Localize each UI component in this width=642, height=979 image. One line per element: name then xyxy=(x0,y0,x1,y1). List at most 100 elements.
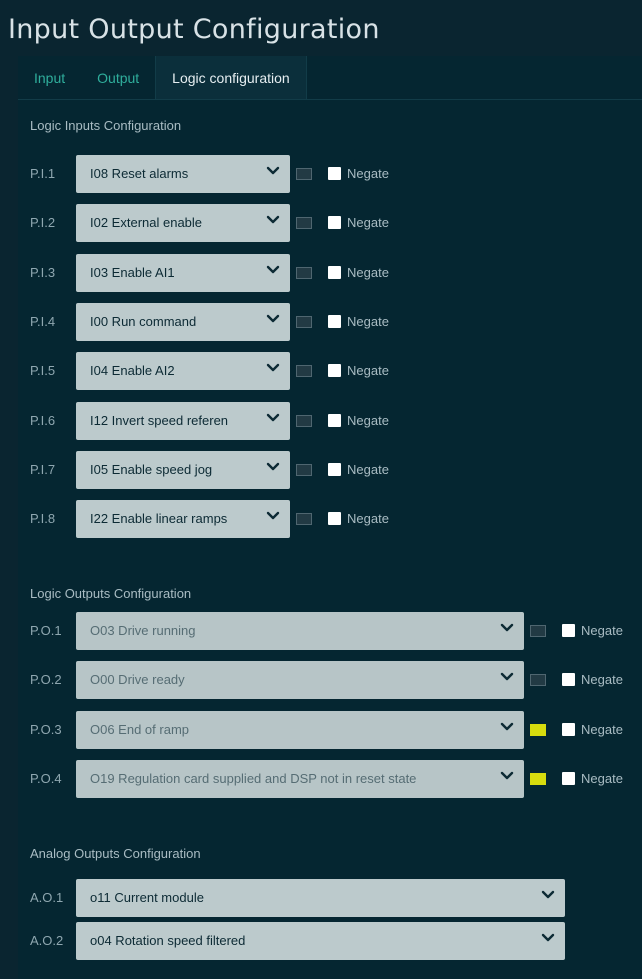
status-indicator xyxy=(296,315,312,328)
analog-outputs-select[interactable]: o04 Rotation speed filtered xyxy=(76,922,565,960)
tab-bar: Input Output Logic configuration xyxy=(18,56,307,100)
negate-checkbox[interactable] xyxy=(328,413,341,427)
tab-divider xyxy=(18,99,642,100)
negate-checkbox[interactable] xyxy=(328,512,341,526)
select-value: I03 Enable AI1 xyxy=(90,264,175,280)
analog-outputs-title: Analog Outputs Configuration xyxy=(30,846,201,861)
logic-inputs-select[interactable]: I12 Invert speed referen xyxy=(76,401,290,440)
chevron-down-icon xyxy=(541,931,555,945)
status-indicator xyxy=(530,772,546,785)
status-indicator xyxy=(296,168,312,180)
negate-checkbox[interactable] xyxy=(328,364,341,378)
tab-output[interactable]: Output xyxy=(81,56,155,100)
negate-label: Negate xyxy=(581,721,623,737)
logic-outputs-select[interactable]: O00 Drive ready xyxy=(76,661,524,700)
chevron-down-icon xyxy=(541,888,555,902)
status-indicator xyxy=(296,463,312,476)
logic_inputs-label: P.I.1 xyxy=(30,166,56,181)
logic-inputs-select[interactable]: I05 Enable speed jog xyxy=(76,450,290,489)
chevron-down-icon xyxy=(500,769,514,783)
select-value: I04 Enable AI2 xyxy=(90,363,175,379)
select-value: I08 Reset alarms xyxy=(90,166,189,181)
logic_outputs-label: P.O.4 xyxy=(30,770,62,786)
status-indicator xyxy=(296,414,312,427)
negate-label: Negate xyxy=(347,363,389,379)
status-indicator xyxy=(296,365,312,378)
logic-inputs-select[interactable]: I04 Enable AI2 xyxy=(76,352,290,391)
logic_inputs-label: P.I.3 xyxy=(30,264,56,280)
logic-inputs-select[interactable]: I08 Reset alarms xyxy=(76,155,290,193)
analog_outputs-label: A.O.1 xyxy=(30,890,64,905)
analog_outputs-label: A.O.2 xyxy=(30,933,64,948)
logic-inputs-select[interactable]: I02 External enable xyxy=(76,204,290,243)
select-value: O03 Drive running xyxy=(90,623,196,638)
chevron-down-icon xyxy=(266,312,280,326)
status-indicator xyxy=(530,723,546,736)
negate-label: Negate xyxy=(347,313,389,329)
negate-checkbox[interactable] xyxy=(562,722,575,736)
chevron-down-icon xyxy=(266,213,280,227)
select-value: I12 Invert speed referen xyxy=(90,412,229,428)
analog-outputs-select[interactable]: o11 Current module xyxy=(76,879,565,917)
logic_inputs-label: P.I.4 xyxy=(30,313,56,329)
chevron-down-icon xyxy=(266,263,280,277)
logic-outputs-select[interactable]: O03 Drive running xyxy=(76,612,524,650)
tab-input[interactable]: Input xyxy=(18,56,81,100)
page-title: Input Output Configuration xyxy=(8,14,380,45)
chevron-down-icon xyxy=(266,164,280,178)
select-value: I02 External enable xyxy=(90,215,203,231)
logic_outputs-label: P.O.3 xyxy=(30,721,62,737)
logic-inputs-select[interactable]: I03 Enable AI1 xyxy=(76,253,290,292)
status-indicator xyxy=(296,217,312,230)
negate-checkbox[interactable] xyxy=(562,673,575,687)
select-value: O00 Drive ready xyxy=(90,672,185,688)
tab-logic-configuration[interactable]: Logic configuration xyxy=(155,56,307,100)
status-indicator xyxy=(530,625,546,637)
chevron-down-icon xyxy=(266,411,280,425)
negate-label: Negate xyxy=(581,623,623,638)
negate-label: Negate xyxy=(347,461,389,477)
select-value: I05 Enable speed jog xyxy=(90,461,213,477)
chevron-down-icon xyxy=(266,460,280,474)
select-value: o11 Current module xyxy=(90,890,204,905)
chevron-down-icon xyxy=(500,720,514,734)
logic-outputs-select[interactable]: O19 Regulation card supplied and DSP not… xyxy=(76,759,524,798)
logic_inputs-label: P.I.5 xyxy=(30,363,56,379)
chevron-down-icon xyxy=(500,621,514,635)
negate-label: Negate xyxy=(581,672,623,688)
select-value: I00 Run command xyxy=(90,313,197,329)
logic-outputs-title: Logic Outputs Configuration xyxy=(30,586,192,601)
logic-inputs-title: Logic Inputs Configuration xyxy=(30,118,182,133)
select-value: I22 Enable linear ramps xyxy=(90,511,228,527)
logic_inputs-label: P.I.7 xyxy=(30,461,56,477)
logic_outputs-label: P.O.2 xyxy=(30,672,62,688)
chevron-down-icon xyxy=(266,509,280,523)
negate-checkbox[interactable] xyxy=(328,265,341,279)
logic_inputs-label: P.I.8 xyxy=(30,511,56,527)
negate-label: Negate xyxy=(581,770,623,786)
negate-checkbox[interactable] xyxy=(328,167,341,180)
logic_inputs-label: P.I.2 xyxy=(30,215,56,231)
negate-label: Negate xyxy=(347,166,389,181)
logic_inputs-label: P.I.6 xyxy=(30,412,56,428)
select-value: O06 End of ramp xyxy=(90,721,189,737)
negate-label: Negate xyxy=(347,511,389,527)
negate-checkbox[interactable] xyxy=(562,624,575,637)
negate-checkbox[interactable] xyxy=(328,314,341,328)
logic-inputs-select[interactable]: I00 Run command xyxy=(76,302,290,341)
chevron-down-icon xyxy=(266,361,280,375)
negate-checkbox[interactable] xyxy=(328,216,341,230)
negate-checkbox[interactable] xyxy=(562,771,575,785)
chevron-down-icon xyxy=(500,670,514,684)
logic-inputs-select[interactable]: I22 Enable linear ramps xyxy=(76,500,290,539)
logic-outputs-select[interactable]: O06 End of ramp xyxy=(76,710,524,749)
negate-label: Negate xyxy=(347,412,389,428)
logic_outputs-label: P.O.1 xyxy=(30,623,62,638)
status-indicator xyxy=(296,266,312,279)
negate-label: Negate xyxy=(347,215,389,231)
negate-checkbox[interactable] xyxy=(328,462,341,476)
select-value: O19 Regulation card supplied and DSP not… xyxy=(90,770,417,786)
select-value: o04 Rotation speed filtered xyxy=(90,933,246,948)
negate-label: Negate xyxy=(347,264,389,280)
status-indicator xyxy=(530,674,546,687)
